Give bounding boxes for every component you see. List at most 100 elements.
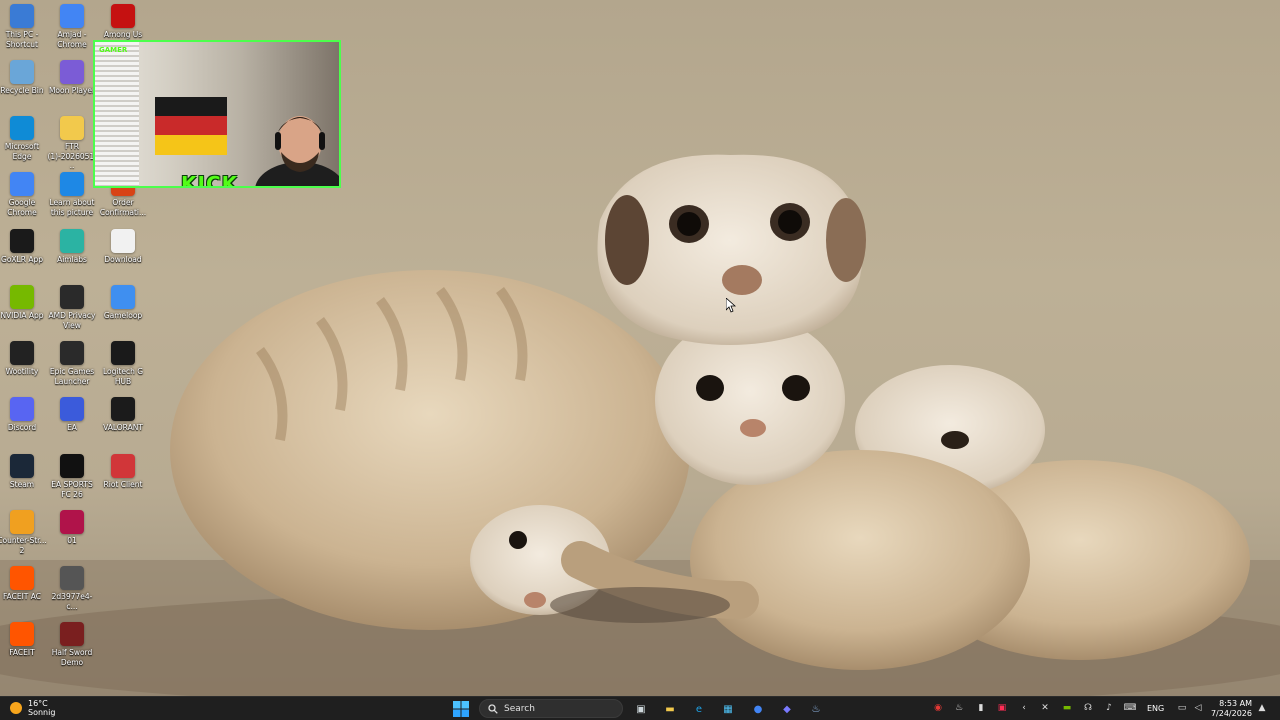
windows-start-icon[interactable] xyxy=(452,700,470,718)
desktop-icon[interactable]: Discord xyxy=(0,397,47,433)
half-sword-icon xyxy=(60,622,84,646)
desktop-icon-label: FACEIT xyxy=(9,648,35,657)
desktop-icon-label: Half Sword Demo xyxy=(51,648,93,667)
desktop-icon[interactable]: Among Us xyxy=(98,4,148,40)
logitech-icon xyxy=(111,341,135,365)
weather-widget[interactable]: 16°C Sonnig xyxy=(10,699,55,717)
desktop-icon[interactable]: EA xyxy=(47,397,97,433)
clock-date: 7/24/2026 xyxy=(1210,709,1252,718)
tray-usb-icon[interactable]: ▮ xyxy=(975,702,987,714)
desktop-icon-label: 2d3977e4-c... xyxy=(51,592,93,611)
store-icon[interactable]: ▦ xyxy=(719,700,737,718)
desktop-icon[interactable]: EA SPORTS FC 26 xyxy=(47,454,97,499)
desktop-icon[interactable]: Download xyxy=(98,229,148,265)
faceit-icon xyxy=(10,622,34,646)
picture-icon xyxy=(60,172,84,196)
tray-nvidia-icon[interactable]: ▬ xyxy=(1061,702,1073,714)
desktop-icon[interactable]: Steam xyxy=(0,454,47,490)
desktop-icon[interactable]: AMD Privacy View xyxy=(47,285,97,330)
chrome-icon xyxy=(60,60,84,84)
desktop-icon[interactable]: 2d3977e4-c... xyxy=(47,566,97,611)
language-indicator[interactable]: ENG xyxy=(1147,704,1164,713)
tray-shield-icon[interactable]: ◉ xyxy=(932,702,944,714)
chrome-icon[interactable]: ● xyxy=(749,700,767,718)
edge-icon[interactable]: e xyxy=(690,700,708,718)
desktop-icon-label: Microsoft Edge xyxy=(4,142,40,161)
notification-bell-icon[interactable]: ▲ xyxy=(1256,702,1268,714)
desktop-icon-label: EA SPORTS FC 26 xyxy=(51,480,93,499)
desktop-icon[interactable]: Amjad - Chrome xyxy=(47,4,97,49)
desktop-icon[interactable]: Moon Player xyxy=(47,60,97,96)
desktop-icon[interactable]: Aimlabs xyxy=(47,229,97,265)
desktop-icon[interactable]: Wootility xyxy=(0,341,47,377)
desktop-icon-label: EA xyxy=(67,423,77,432)
desktop-icon-label: Amjad - Chrome xyxy=(57,30,87,49)
tray-x-icon[interactable]: ✕ xyxy=(1039,702,1051,714)
tray-keyboard-icon[interactable]: ⌨ xyxy=(1124,702,1137,714)
taskbar: 16°C Sonnig Search ▣ ▬ e ▦ ● ◆ ♨ ◉ ♨ ▮ ▣ ‹ ✕ ▬… xyxy=(0,696,1280,720)
amd-icon xyxy=(60,285,84,309)
app-icon[interactable]: ◆ xyxy=(778,700,796,718)
desktop-icon[interactable]: FACEIT xyxy=(0,622,47,658)
desktop-icon[interactable]: Google Chrome xyxy=(0,172,47,217)
tray-headset-icon[interactable]: ☊ xyxy=(1082,702,1094,714)
system-clock[interactable]: 8:53 AM 7/24/2026 xyxy=(1210,699,1252,719)
desktop-icon[interactable]: GoXLR App xyxy=(0,229,47,265)
tray-microphone-icon[interactable]: ♪ xyxy=(1103,702,1115,714)
search-placeholder: Search xyxy=(504,703,535,714)
chrome-icon xyxy=(60,4,84,28)
desktop-icon-label: This PC - Shortcut xyxy=(5,30,39,49)
task-view-icon[interactable]: ▣ xyxy=(632,700,650,718)
folder-icon xyxy=(60,116,84,140)
desktop-icon[interactable]: FTR (1)-2026051... xyxy=(47,116,97,171)
tray-steam-icon[interactable]: ♨ xyxy=(953,702,965,714)
desktop-icon[interactable]: Riot Client xyxy=(98,454,148,490)
chrome-icon xyxy=(10,172,34,196)
desktop-icon-label: GoXLR App xyxy=(1,255,43,264)
desktop-icon[interactable]: VALORANT xyxy=(98,397,148,433)
chrome-doc-icon xyxy=(111,229,135,253)
desktop-icon[interactable]: FACEIT AC xyxy=(0,566,47,602)
desktop-icon-label: FTR (1)-2026051... xyxy=(47,142,97,170)
ea-icon xyxy=(60,397,84,421)
desktop-icon[interactable]: Logitech G HUB xyxy=(98,341,148,386)
edge-icon xyxy=(10,116,34,140)
desktop-icon[interactable]: Half Sword Demo xyxy=(47,622,97,667)
desktop-icon-label: Download xyxy=(104,255,142,264)
desktop-icon[interactable]: Counter-Str... 2 xyxy=(0,510,47,555)
goxlr-icon xyxy=(10,229,34,253)
desktop-icon-label: Discord xyxy=(7,423,37,432)
desktop-icon[interactable]: NVIDIA App xyxy=(0,285,47,321)
desktop-icon[interactable]: Epic Games Launcher xyxy=(47,341,97,386)
riot-icon xyxy=(111,454,135,478)
record-icon xyxy=(60,510,84,534)
tray-app-icon[interactable]: ▣ xyxy=(996,702,1008,714)
desktop-icon-label: Epic Games Launcher xyxy=(49,367,95,386)
taskbar-search-box[interactable]: Search xyxy=(479,699,623,718)
steam-icon xyxy=(10,454,34,478)
desktop-icon[interactable]: Learn about this picture xyxy=(47,172,97,217)
desktop-icon[interactable]: This PC - Shortcut xyxy=(0,4,47,49)
weather-temperature: 16°C xyxy=(28,699,48,708)
nvidia-icon xyxy=(10,285,34,309)
faceit-ac-icon xyxy=(10,566,34,590)
file-explorer-icon[interactable]: ▬ xyxy=(661,700,679,718)
volume-icon[interactable]: ◁ xyxy=(1192,702,1204,714)
desktop-icon-label: Google Chrome xyxy=(7,198,37,217)
clock-time: 8:53 AM xyxy=(1219,699,1252,708)
desktop-icon-label: Logitech G HUB xyxy=(102,367,144,386)
desktop-icon-label: Gameloop xyxy=(103,311,143,320)
desktop-icon-label: Steam xyxy=(9,480,35,489)
steam-icon[interactable]: ♨ xyxy=(807,700,825,718)
streamer-avatar xyxy=(255,116,339,186)
desktop-icon[interactable]: Microsoft Edge xyxy=(0,116,47,161)
valorant-icon xyxy=(111,397,135,421)
desktop-icon[interactable]: Recycle Bin xyxy=(0,60,47,96)
network-icon[interactable]: ▭ xyxy=(1176,702,1188,714)
tray-arrow-icon[interactable]: ‹ xyxy=(1018,702,1030,714)
webcam-overlay: GAMER KICK xyxy=(93,40,341,188)
desktop-icon[interactable]: 01 xyxy=(47,510,97,546)
desktop-icon-label: AMD Privacy View xyxy=(48,311,96,330)
discord-icon xyxy=(10,397,34,421)
desktop-icon[interactable]: Gameloop xyxy=(98,285,148,321)
